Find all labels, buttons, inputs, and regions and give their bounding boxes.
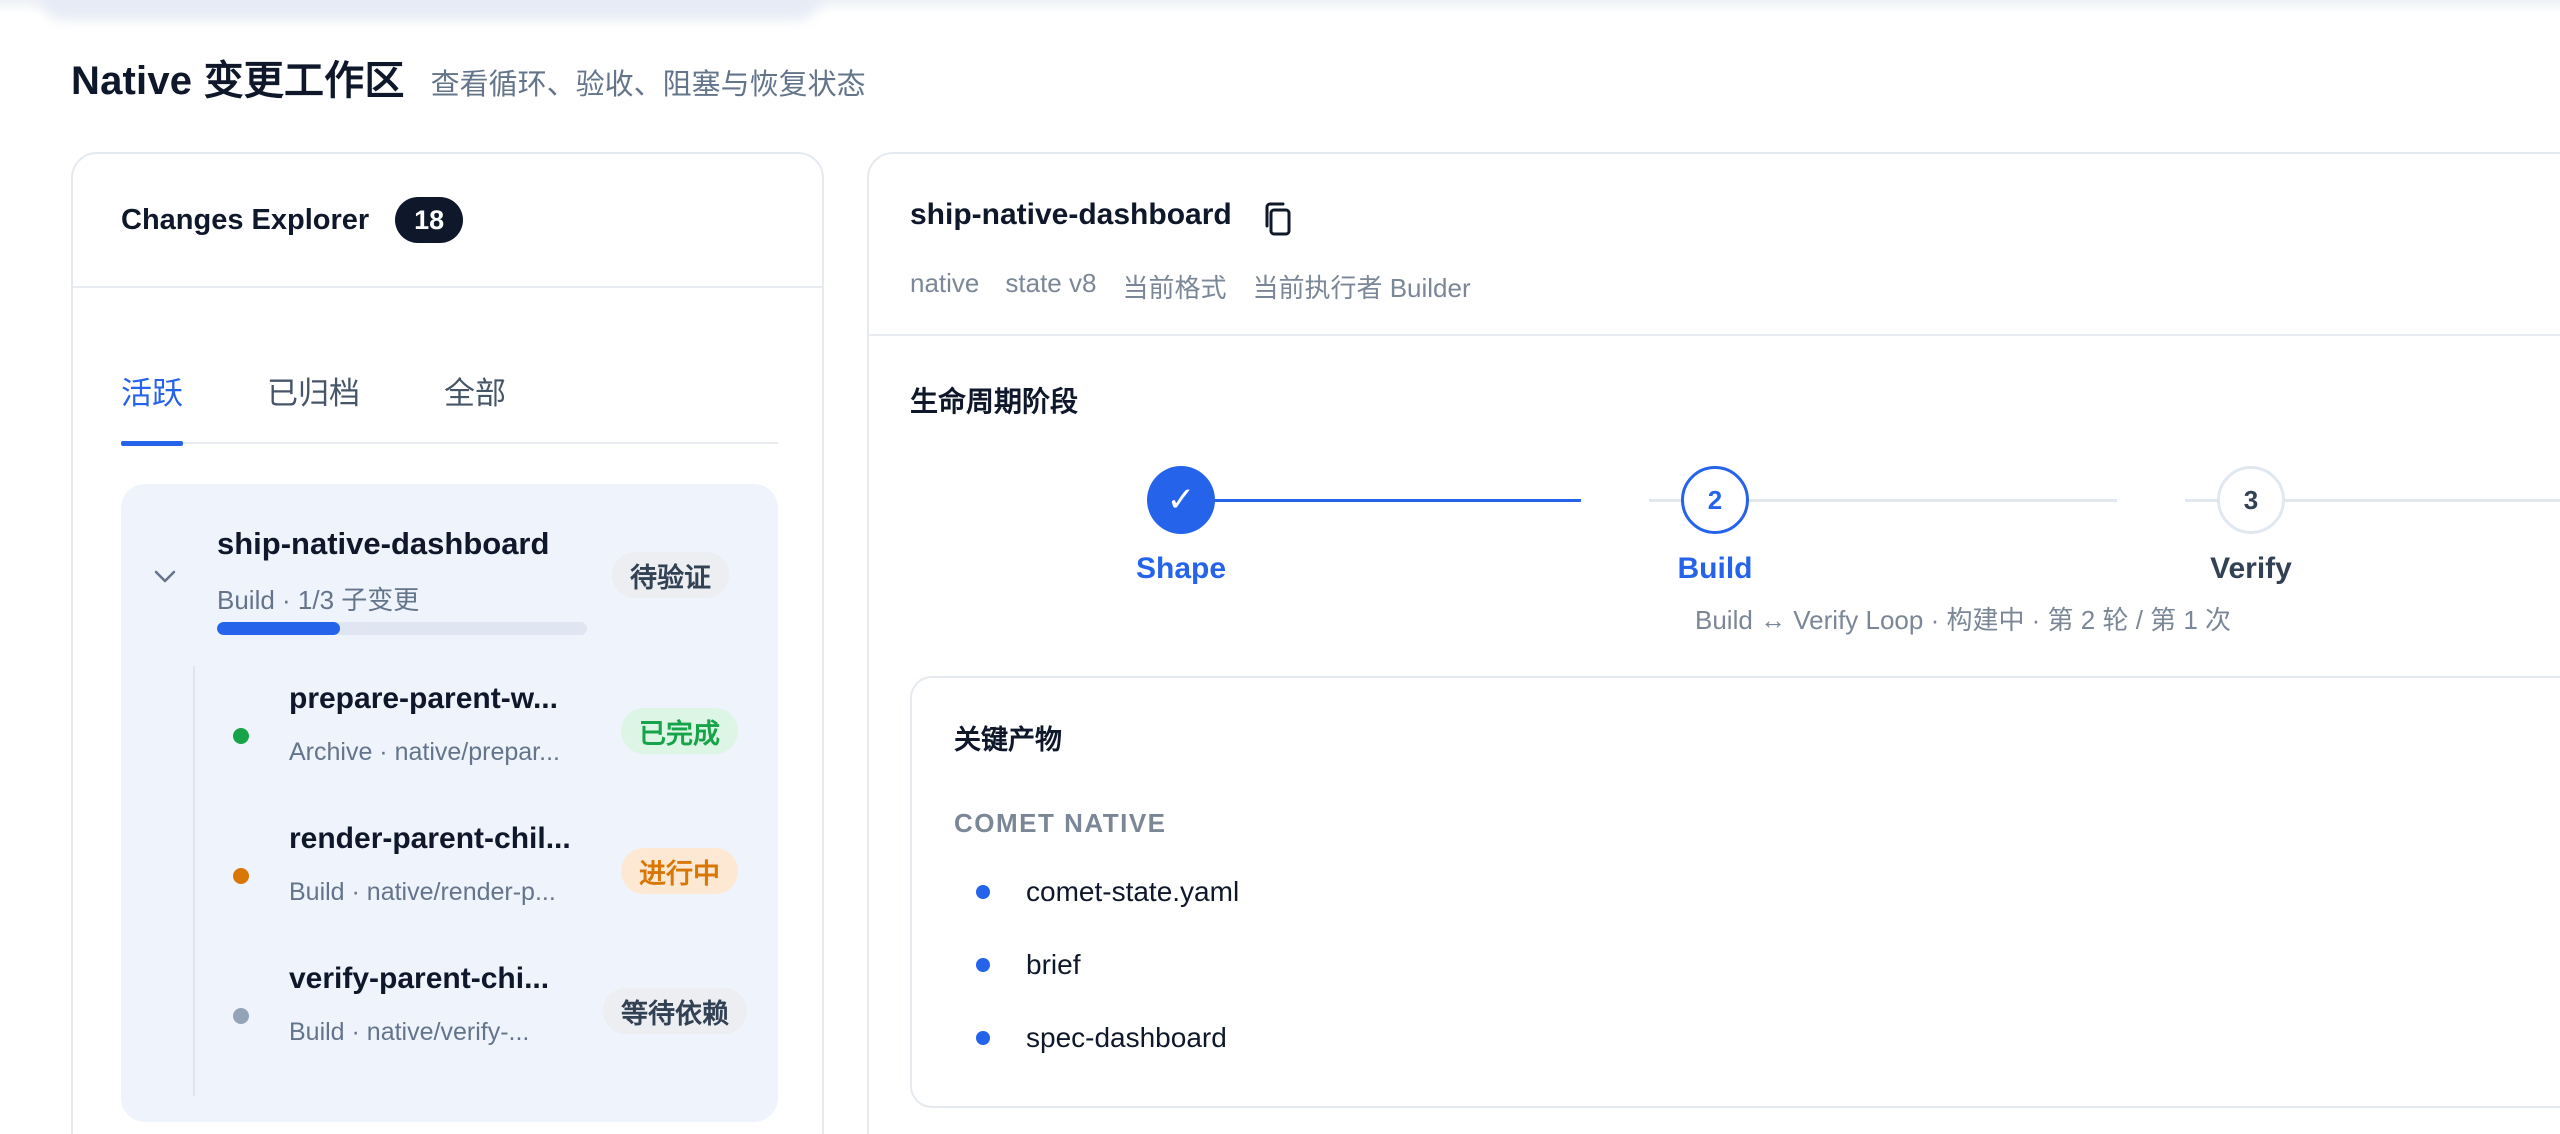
artifact-name: brief [1026, 949, 1081, 980]
status-dot [233, 728, 249, 744]
step-verify-label: Verify [2210, 552, 2292, 585]
tab-all[interactable]: 全部 [444, 360, 506, 444]
meta-executor: 当前执行者 Builder [1252, 273, 1471, 303]
change-title: ship-native-dashboard [910, 198, 1232, 231]
lifecycle-title: 生命周期阶段 [910, 386, 1079, 417]
step-shape-label: Shape [1135, 552, 1227, 585]
artifacts-card: 关键产物 COMET NATIVE comet-state.yaml brief… [910, 676, 2560, 1108]
changes-count-badge: 18 [395, 197, 464, 243]
artifact-item[interactable]: comet-state.yaml [976, 876, 1239, 908]
bullet-icon [976, 885, 990, 899]
child-sub: Build · native/verify-... [289, 1018, 530, 1046]
list-item[interactable]: render-parent-chil... Build · native/ren… [193, 806, 778, 946]
tab-archived[interactable]: 已归档 [267, 360, 360, 444]
step-build-marker[interactable]: 2 [1681, 466, 1749, 534]
child-name: render-parent-chil... [289, 822, 571, 855]
status-badge: 进行中 [621, 848, 738, 894]
group-meta: Build · 1/3 子变更 [217, 585, 420, 615]
artifact-name: comet-state.yaml [1026, 876, 1240, 907]
status-badge: 待验证 [612, 552, 729, 598]
child-name: prepare-parent-w... [289, 682, 558, 715]
artifacts-title: 关键产物 [954, 725, 1062, 755]
child-sub: Archive · native/prepar... [289, 738, 560, 766]
tab-active[interactable]: 活跃 [121, 360, 183, 446]
artifact-item[interactable]: brief [976, 949, 1080, 981]
lifecycle-stepper: ✓ 2 3 Shape Build Verify [869, 434, 2560, 594]
page-header: Native 变更工作区 查看循环、验收、阻塞与恢复状态 [71, 48, 866, 106]
status-badge: 已完成 [621, 708, 738, 754]
changes-explorer-panel: Changes Explorer 18 活跃 已归档 全部 ship-nativ… [71, 152, 824, 1134]
copy-icon[interactable] [1261, 200, 1295, 238]
chevron-down-icon[interactable] [151, 562, 179, 590]
status-dot [233, 1008, 249, 1024]
detail-header: ship-native-dashboard native state v8 当前… [869, 154, 2560, 336]
step-shape-check-icon[interactable]: ✓ [1147, 466, 1215, 534]
top-toolbar-edge [40, 0, 820, 20]
step-verify-marker[interactable]: 3 [2217, 466, 2285, 534]
meta-current-format: 当前格式 [1122, 273, 1227, 303]
bullet-icon [976, 1031, 990, 1045]
explorer-header: Changes Explorer 18 [73, 154, 822, 288]
status-badge: 等待依赖 [603, 988, 747, 1034]
child-name: verify-parent-chi... [289, 962, 550, 995]
artifact-name: spec-dashboard [1026, 1022, 1227, 1053]
artifacts-group-label: COMET NATIVE [954, 808, 1167, 838]
meta-format: native [910, 268, 980, 298]
bullet-icon [976, 958, 990, 972]
page-subtitle: 查看循环、验收、阻塞与恢复状态 [430, 69, 866, 101]
status-dot [233, 868, 249, 884]
step-build-label: Build [1677, 552, 1753, 585]
list-item[interactable]: verify-parent-chi... Build · native/veri… [193, 946, 778, 1086]
list-item[interactable]: prepare-parent-w... Archive · native/pre… [193, 666, 778, 806]
change-meta: native state v8 当前格式 当前执行者 Builder [910, 268, 1497, 305]
page-title: Native 变更工作区 [71, 59, 405, 103]
group-progress-bar [217, 622, 587, 635]
step-connector-done [1181, 499, 1581, 502]
artifact-item[interactable]: spec-dashboard [976, 1022, 1227, 1054]
explorer-title: Changes Explorer [121, 203, 370, 236]
explorer-tabs: 活跃 已归档 全部 [121, 360, 778, 446]
change-group-card[interactable]: ship-native-dashboard Build · 1/3 子变更 待验… [121, 484, 778, 1122]
group-name: ship-native-dashboard [217, 526, 550, 561]
child-sub: Build · native/render-p... [289, 878, 556, 906]
group-progress-fill [217, 622, 341, 635]
meta-state-version: state v8 [1005, 268, 1097, 298]
change-detail-panel: ship-native-dashboard native state v8 当前… [867, 152, 2560, 1134]
loop-status-note: Build ↔ Verify Loop · 构建中 · 第 2 轮 / 第 1 … [1695, 605, 2232, 635]
